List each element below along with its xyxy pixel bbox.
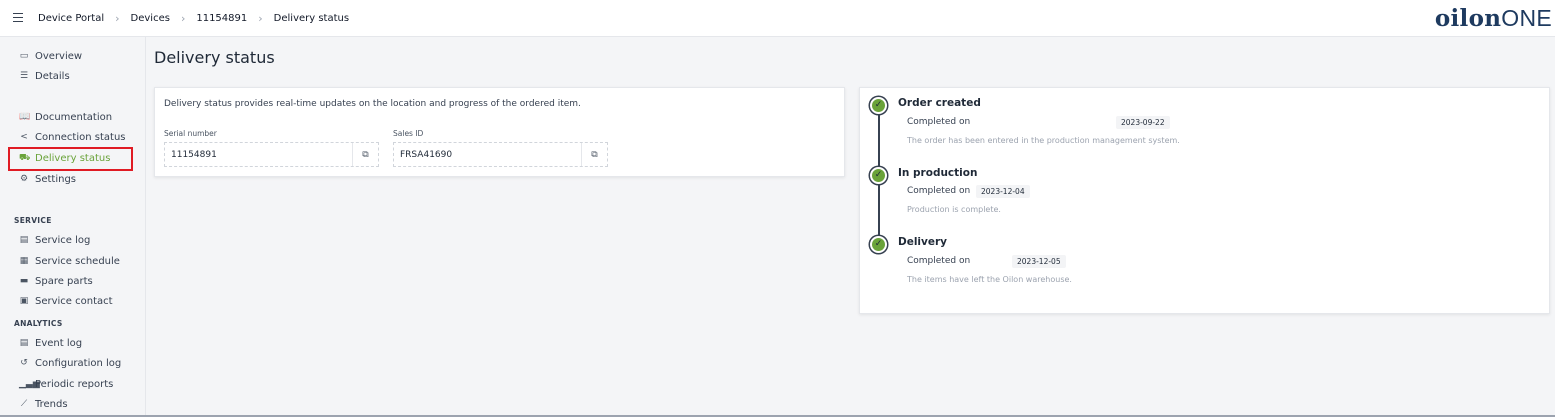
step-date-badge: 2023-12-05 [1012,255,1066,268]
bar-chart-icon: ▁▃▅ [19,379,40,389]
timeline-card: ✓ Order created Completed on 2023-09-22 … [859,87,1550,314]
contact-icon: ▣ [19,296,29,306]
book-icon: 📖 [19,112,31,122]
step-date-badge: 2023-12-04 [976,185,1030,198]
check-circle-icon: ✓ [870,97,887,114]
sidebar-item-service-log[interactable]: ▤ Service log [19,232,91,248]
list-icon: ☰ [19,71,29,81]
sidebar-item-service-contact[interactable]: ▣ Service contact [19,293,113,309]
copy-icon[interactable]: ⧉ [352,143,378,166]
sales-id-label: Sales ID [393,129,424,138]
page-title: Delivery status [154,48,275,67]
sidebar-item-event-log[interactable]: ▤ Event log [19,335,82,351]
sidebar-item-settings[interactable]: ⚙ Settings [19,171,76,187]
check-circle-icon: ✓ [870,236,887,253]
breadcrumb-device-id[interactable]: 11154891 [196,13,247,24]
section-label-service: SERVICE [14,216,52,225]
breadcrumb: Device Portal › Devices › 11154891 › Del… [38,12,349,25]
section-label-analytics: ANALYTICS [14,319,63,328]
window-icon: ▭ [19,51,29,61]
step-description: The order has been entered in the produc… [907,136,1180,145]
sidebar: ▭ Overview ☰ Details 📖 Documentation < C… [0,37,146,417]
oilon-logo[interactable]: oilonONE [1435,5,1552,32]
calendar-icon: ▦ [19,256,29,266]
share-icon: < [20,132,28,142]
step-description: The items have left the Oilon warehouse. [907,275,1072,284]
copy-icon[interactable]: ⧉ [581,143,607,166]
step-completed-label: Completed on [907,117,971,127]
sales-id-field: FRSA41690 ⧉ [393,142,608,167]
serial-number-field: 11154891 ⧉ [164,142,379,167]
log-icon: ▤ [19,235,29,245]
line-chart-icon: ⟋ [20,399,28,409]
serial-number-label: Serial number [164,129,217,138]
step-title-order-created: Order created [898,97,981,109]
chevron-right-icon: › [180,12,186,25]
gear-icon: ⚙ [19,174,29,184]
step-description: Production is complete. [907,205,1001,214]
sidebar-item-overview[interactable]: ▭ Overview [19,48,82,64]
sidebar-item-spare-parts[interactable]: ▬ Spare parts [19,273,93,289]
sidebar-item-configuration-log[interactable]: ↺ Configuration log [19,355,121,371]
toolbox-icon: ▬ [19,276,29,286]
serial-number-value: 11154891 [171,150,217,160]
highlight-box [8,147,133,171]
menu-icon[interactable] [13,13,23,22]
step-title-delivery: Delivery [898,236,948,248]
log-icon: ▤ [19,338,29,348]
breadcrumb-current: Delivery status [273,13,350,24]
sales-id-value: FRSA41690 [400,150,453,160]
breadcrumb-device-portal[interactable]: Device Portal [38,13,104,24]
chevron-right-icon: › [258,12,263,25]
history-icon: ↺ [20,358,28,368]
sidebar-item-service-schedule[interactable]: ▦ Service schedule [19,253,120,269]
step-date-badge: 2023-09-22 [1116,116,1170,129]
info-description: Delivery status provides real-time updat… [164,99,581,109]
step-completed-label: Completed on [907,186,971,196]
breadcrumb-devices[interactable]: Devices [131,13,170,24]
sidebar-item-trends[interactable]: ⟋ Trends [19,396,68,412]
step-title-in-production: In production [898,167,978,179]
check-circle-icon: ✓ [870,167,887,184]
step-completed-label: Completed on [907,256,971,266]
sidebar-item-documentation[interactable]: 📖 Documentation [19,109,112,125]
chevron-right-icon: › [115,12,120,25]
sidebar-item-periodic-reports[interactable]: ▁▃▅ Periodic reports [19,376,113,392]
top-bar: Device Portal › Devices › 11154891 › Del… [0,0,1555,37]
sidebar-item-connection-status[interactable]: < Connection status [19,129,125,145]
sidebar-item-details[interactable]: ☰ Details [19,68,70,84]
info-card: Delivery status provides real-time updat… [154,87,845,177]
